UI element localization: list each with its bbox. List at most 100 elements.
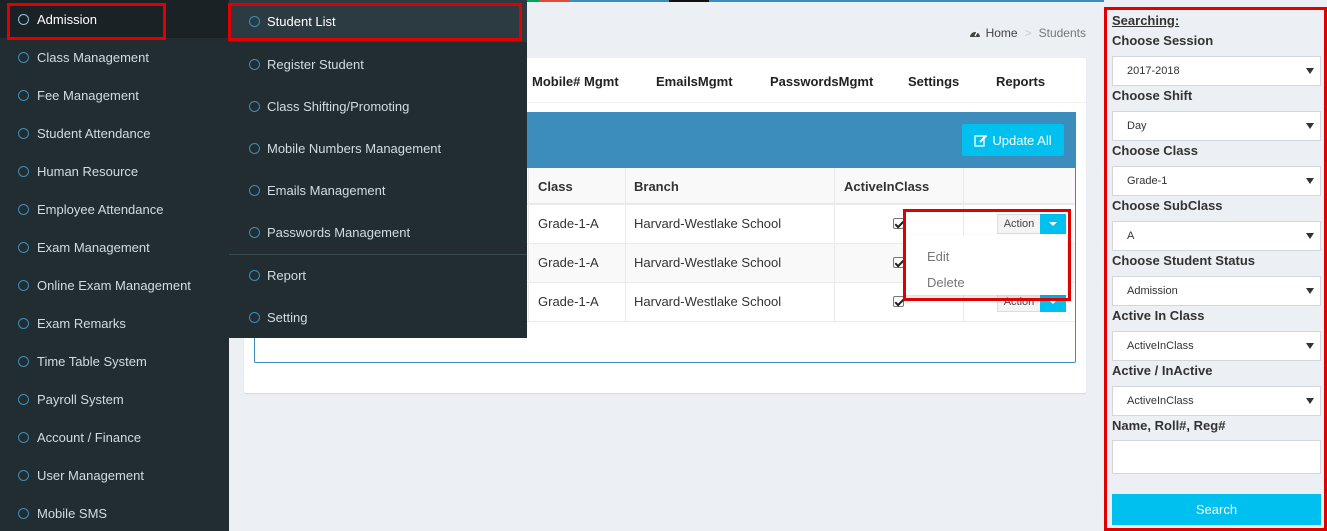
cell-branch: Harvard-Westlake School bbox=[634, 294, 782, 309]
sidebar-item-mobile-sms[interactable]: Mobile SMS bbox=[0, 494, 229, 531]
sidebar-item-label: Fee Management bbox=[37, 87, 139, 103]
sidebar-item-exam-management[interactable]: Exam Management bbox=[0, 228, 229, 266]
session-select[interactable]: 2017-2018 bbox=[1112, 56, 1321, 86]
circle-icon bbox=[249, 269, 260, 281]
sidebar-item-fee-management[interactable]: Fee Management bbox=[0, 76, 229, 114]
sidebar-item-label: User Management bbox=[37, 467, 144, 483]
update-all-label: Update All bbox=[992, 132, 1052, 148]
sidebar-item-user-management[interactable]: User Management bbox=[0, 456, 229, 494]
submenu-item-label: Report bbox=[267, 267, 307, 283]
search-panel-title: Searching: bbox=[1112, 13, 1180, 28]
tab-emails-mgmt[interactable]: EmailsMgmt bbox=[656, 74, 733, 89]
submenu-item-class-shifting[interactable]: Class Shifting/Promoting bbox=[229, 85, 527, 127]
submenu-item-setting[interactable]: Setting bbox=[229, 296, 527, 338]
cell-class: Grade-1-A bbox=[538, 255, 599, 270]
action-button[interactable]: Action bbox=[997, 214, 1041, 234]
submenu-item-register-student[interactable]: Register Student bbox=[229, 43, 527, 85]
submenu-item-label: Passwords Management bbox=[267, 224, 411, 240]
action-caret-icon[interactable] bbox=[1040, 292, 1066, 312]
tab-passwords-mgmt[interactable]: PasswordsMgmt bbox=[770, 74, 873, 89]
subclass-select[interactable]: A bbox=[1112, 221, 1321, 251]
sidebar-item-label: Account / Finance bbox=[37, 429, 142, 445]
circle-icon bbox=[18, 89, 29, 101]
active-inactive-select-value: ActiveInClass bbox=[1127, 395, 1194, 407]
sidebar-item-human-resource[interactable]: Human Resource bbox=[0, 152, 229, 190]
active-in-class-checkbox[interactable] bbox=[893, 218, 904, 229]
submenu-item-label: Register Student bbox=[267, 56, 364, 72]
chevron-down-icon bbox=[1306, 123, 1314, 129]
submenu-item-student-list[interactable]: Student List bbox=[229, 0, 527, 42]
submenu-item-mobile-numbers[interactable]: Mobile Numbers Management bbox=[229, 127, 527, 169]
tab-settings[interactable]: Settings bbox=[908, 74, 959, 89]
active-in-class-label: Active In Class bbox=[1112, 308, 1205, 323]
sidebar-item-time-table-system[interactable]: Time Table System bbox=[0, 342, 229, 380]
sidebar-item-student-attendance[interactable]: Student Attendance bbox=[0, 114, 229, 152]
circle-icon bbox=[18, 507, 29, 519]
class-select-value: Grade-1 bbox=[1127, 175, 1168, 187]
submenu-item-label: Setting bbox=[267, 309, 308, 325]
sidebar-item-label: Student Attendance bbox=[37, 125, 151, 141]
active-in-class-checkbox[interactable] bbox=[893, 296, 904, 307]
shift-select[interactable]: Day bbox=[1112, 111, 1321, 141]
sidebar-item-label: Payroll System bbox=[37, 391, 124, 407]
submenu-item-passwords[interactable]: Passwords Management bbox=[229, 211, 527, 253]
breadcrumb-home-link[interactable]: Home bbox=[986, 26, 1018, 40]
column-divider bbox=[625, 168, 626, 322]
breadcrumb: Home > Students bbox=[969, 26, 1086, 40]
active-inactive-label: Active / InActive bbox=[1112, 363, 1213, 378]
circle-icon bbox=[18, 469, 29, 481]
active-inactive-select[interactable]: ActiveInClass bbox=[1112, 386, 1321, 416]
circle-icon bbox=[249, 58, 260, 70]
breadcrumb-separator: > bbox=[1024, 26, 1032, 40]
action-button[interactable]: Action bbox=[997, 292, 1041, 312]
circle-icon bbox=[18, 393, 29, 405]
cell-class: Grade-1-A bbox=[538, 294, 599, 309]
cell-class: Grade-1-A bbox=[538, 216, 599, 231]
subclass-label: Choose SubClass bbox=[1112, 198, 1223, 213]
circle-icon bbox=[18, 165, 29, 177]
sidebar-item-online-exam-management[interactable]: Online Exam Management bbox=[0, 266, 229, 304]
class-select[interactable]: Grade-1 bbox=[1112, 166, 1321, 196]
menu-item-edit[interactable]: Edit bbox=[927, 249, 949, 264]
sidebar-item-label: Online Exam Management bbox=[37, 277, 191, 293]
class-label: Choose Class bbox=[1112, 143, 1198, 158]
session-label: Choose Session bbox=[1112, 33, 1214, 48]
active-in-class-select[interactable]: ActiveInClass bbox=[1112, 331, 1321, 361]
submenu-item-report[interactable]: Report bbox=[229, 254, 527, 296]
tab-mobile-mgmt[interactable]: Mobile# Mgmt bbox=[532, 74, 619, 89]
chevron-down-icon bbox=[1306, 178, 1314, 184]
sidebar-item-class-management[interactable]: Class Management bbox=[0, 38, 229, 76]
name-roll-reg-input[interactable] bbox=[1112, 440, 1321, 474]
submenu-item-label: Mobile Numbers Management bbox=[267, 140, 442, 156]
tab-reports[interactable]: Reports bbox=[996, 74, 1045, 89]
cell-branch: Harvard-Westlake School bbox=[634, 216, 782, 231]
name-roll-reg-label: Name, Roll#, Reg# bbox=[1112, 418, 1226, 433]
circle-icon bbox=[18, 127, 29, 139]
active-in-class-checkbox[interactable] bbox=[893, 257, 904, 268]
submenu-item-label: Student List bbox=[267, 13, 336, 29]
menu-item-delete[interactable]: Delete bbox=[927, 275, 965, 290]
sidebar-item-employee-attendance[interactable]: Employee Attendance bbox=[0, 190, 229, 228]
column-divider bbox=[528, 168, 529, 322]
circle-icon bbox=[18, 317, 29, 329]
student-status-select[interactable]: Admission bbox=[1112, 276, 1321, 306]
sidebar-item-payroll-system[interactable]: Payroll System bbox=[0, 380, 229, 418]
chevron-down-icon bbox=[1306, 68, 1314, 74]
sidebar-item-label: Employee Attendance bbox=[37, 201, 164, 217]
submenu-item-emails[interactable]: Emails Management bbox=[229, 169, 527, 211]
circle-icon bbox=[249, 226, 260, 238]
sidebar-item-exam-remarks[interactable]: Exam Remarks bbox=[0, 304, 229, 342]
search-button[interactable]: Search bbox=[1112, 494, 1321, 525]
breadcrumb-current: Students bbox=[1038, 26, 1086, 40]
sidebar-item-admission[interactable]: Admission bbox=[0, 0, 229, 38]
chevron-down-icon bbox=[1306, 233, 1314, 239]
circle-icon bbox=[18, 355, 29, 367]
action-caret-icon[interactable] bbox=[1040, 214, 1066, 234]
sidebar-item-account-finance[interactable]: Account / Finance bbox=[0, 418, 229, 456]
main-sidebar: Admission Class Management Fee Managemen… bbox=[0, 0, 229, 531]
column-divider bbox=[834, 168, 835, 322]
circle-icon bbox=[249, 100, 260, 112]
sidebar-item-label: Time Table System bbox=[37, 353, 147, 369]
update-all-button[interactable]: Update All bbox=[962, 124, 1064, 156]
circle-icon bbox=[18, 13, 29, 25]
